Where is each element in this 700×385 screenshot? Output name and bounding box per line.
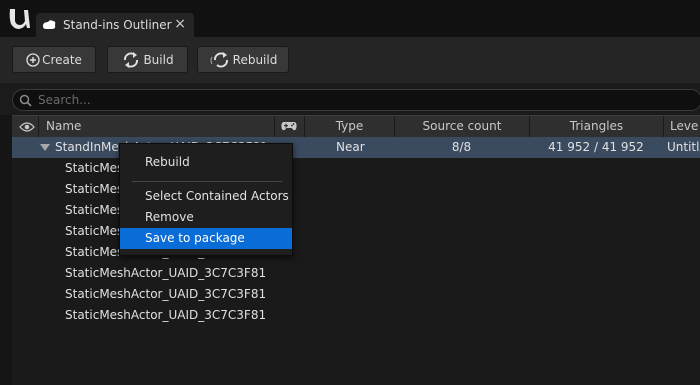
menu-separator <box>132 181 282 182</box>
visibility-column-header[interactable] <box>12 116 38 137</box>
search-icon <box>19 94 32 107</box>
menu-item-save-to-package[interactable]: Save to package <box>120 228 292 249</box>
search-bar <box>0 83 700 115</box>
standin-tab-icon <box>43 20 56 29</box>
gamepad-column-header[interactable] <box>274 116 304 137</box>
gamepad-icon <box>281 122 297 131</box>
rebuild-icon <box>210 51 228 67</box>
tab-standins-outliner[interactable]: Stand-ins Outliner × <box>36 13 194 37</box>
type-column-header[interactable]: Type <box>304 116 394 137</box>
eye-icon <box>19 122 35 132</box>
create-plus-icon <box>26 52 40 67</box>
close-tab-icon[interactable]: × <box>174 16 186 32</box>
search-input[interactable] <box>38 93 638 107</box>
source-count-column-header[interactable]: Source count <box>394 116 529 137</box>
expand-triangle-icon[interactable] <box>40 144 50 152</box>
build-icon <box>124 51 139 68</box>
build-button[interactable]: Build <box>107 46 188 73</box>
toolbar: Create Build Rebuild <box>0 37 700 83</box>
unreal-logo-icon <box>9 9 30 29</box>
column-header: Name Type Source count Triangles Leve <box>12 115 700 137</box>
standin-type: Near <box>336 140 365 154</box>
level-column-header[interactable]: Leve <box>663 116 700 137</box>
menu-item-rebuild[interactable]: Rebuild <box>120 152 292 173</box>
create-button[interactable]: Create <box>12 46 96 73</box>
search-box[interactable] <box>12 89 700 111</box>
standin-triangles: 41 952 / 41 952 <box>548 140 644 154</box>
name-column-header[interactable]: Name <box>38 116 274 137</box>
standin-level: Untitle <box>667 140 700 154</box>
child-actor-row[interactable]: StaticMeshActor_UAID_3C7C3F81 <box>65 284 266 305</box>
tab-title: Stand-ins Outliner <box>63 18 172 32</box>
menu-item-remove[interactable]: Remove <box>120 207 292 228</box>
rebuild-button[interactable]: Rebuild <box>197 46 289 73</box>
menu-item-select-contained-actors[interactable]: Select Contained Actors <box>120 186 292 207</box>
rebuild-label: Rebuild <box>232 52 278 67</box>
triangles-column-header[interactable]: Triangles <box>529 116 663 137</box>
outliner-tree: StandInMeshActor_UAID_3C7C3F81 Near 8/8 … <box>12 137 700 385</box>
build-label: Build <box>143 52 174 67</box>
context-menu: Rebuild Select Contained Actors Remove S… <box>119 143 293 256</box>
child-actor-row[interactable]: StaticMeshActor_UAID_3C7C3F81 <box>65 263 266 284</box>
title-bar: Stand-ins Outliner × <box>0 0 700 40</box>
create-label: Create <box>42 52 82 67</box>
standin-source-count: 8/8 <box>451 140 472 154</box>
standin-row[interactable]: StandInMeshActor_UAID_3C7C3F81 Near 8/8 … <box>12 137 700 158</box>
child-actor-row[interactable]: StaticMeshActor_UAID_3C7C3F81 <box>65 305 266 326</box>
